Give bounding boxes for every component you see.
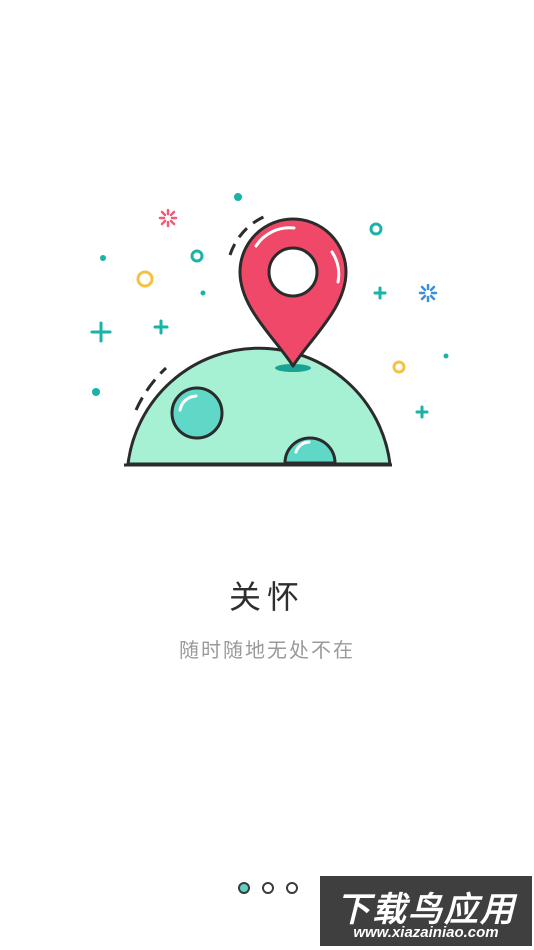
location-pin-icon xyxy=(228,213,348,368)
page-dot-1[interactable] xyxy=(238,882,250,894)
page-dot-3[interactable] xyxy=(286,882,298,894)
onboarding-title: 关怀 xyxy=(228,578,305,616)
watermark-logo: 下载鸟应用 www.xiazainiao.com xyxy=(320,876,532,946)
onboarding-subtitle: 随时随地无处不在 xyxy=(179,638,355,662)
watermark-url: www.xiazainiao.com xyxy=(353,924,499,941)
planet-icon xyxy=(124,346,392,467)
location-planet-illustration xyxy=(0,170,534,490)
page-indicator xyxy=(238,882,298,894)
page-dot-2[interactable] xyxy=(262,882,274,894)
